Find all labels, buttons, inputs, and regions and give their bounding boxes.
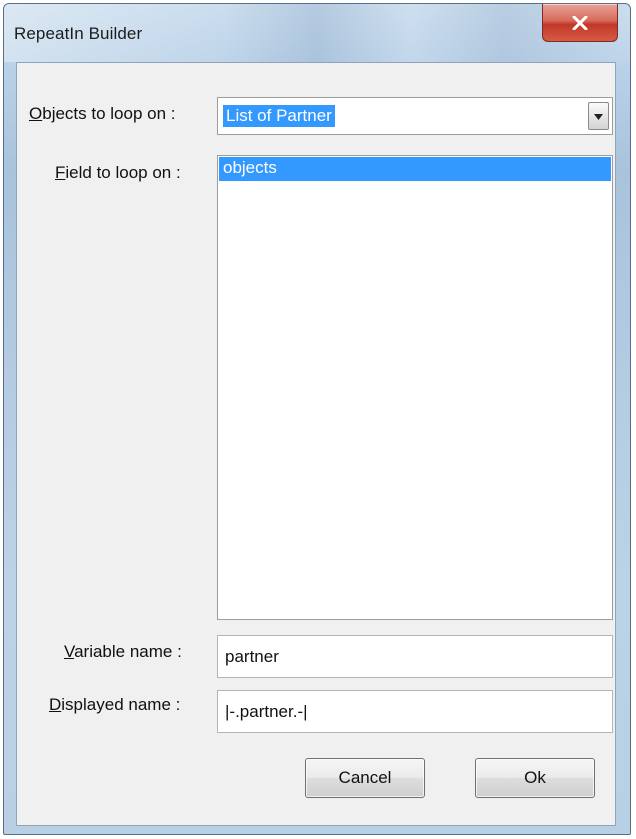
- field-to-loop-label: Field to loop on :: [55, 163, 181, 182]
- objects-to-loop-combobox[interactable]: List of Partner: [217, 97, 613, 135]
- close-icon: [572, 15, 588, 30]
- dialog-window: RepeatIn Builder Objects to loop on : Li…: [3, 3, 631, 835]
- displayed-name-input[interactable]: |-.partner.-|: [217, 690, 613, 733]
- chevron-down-icon: [594, 107, 603, 125]
- objects-to-loop-label: Objects to loop on :: [29, 104, 176, 123]
- cancel-button[interactable]: Cancel: [305, 758, 425, 798]
- variable-name-input[interactable]: partner: [217, 635, 613, 678]
- objects-to-loop-value: List of Partner: [223, 105, 335, 127]
- dialog-body: Objects to loop on : List of Partner Fie…: [16, 62, 616, 826]
- title-bar[interactable]: RepeatIn Builder: [4, 4, 630, 62]
- ok-button[interactable]: Ok: [475, 758, 595, 798]
- dropdown-button[interactable]: [588, 102, 609, 130]
- close-button[interactable]: [542, 4, 618, 42]
- list-item[interactable]: objects: [219, 157, 611, 181]
- displayed-name-label: Displayed name :: [49, 695, 181, 714]
- variable-name-label: Variable name :: [64, 642, 182, 661]
- field-to-loop-listbox[interactable]: objects: [217, 155, 613, 620]
- window-title: RepeatIn Builder: [14, 24, 143, 43]
